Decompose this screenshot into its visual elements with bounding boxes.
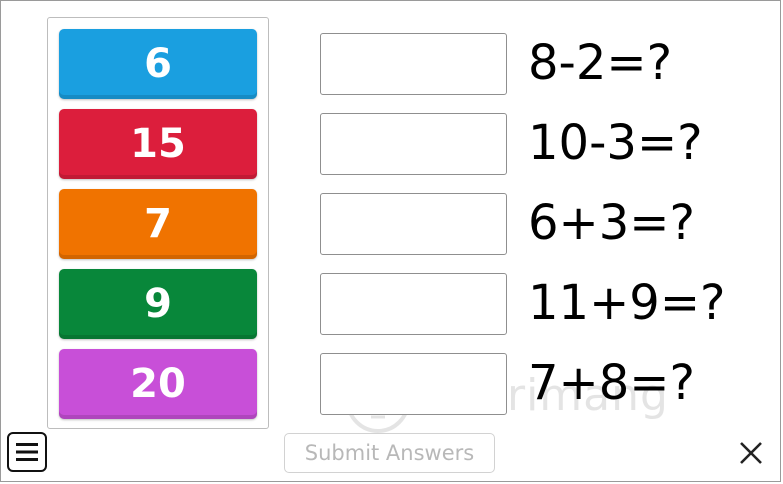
answer-tile-value: 6 (144, 41, 172, 87)
submit-answers-button[interactable]: Submit Answers (284, 433, 495, 473)
answer-drop-box-3[interactable] (320, 193, 507, 255)
question-1: 8-2=? (528, 35, 673, 91)
answer-tile-5[interactable]: 20 (59, 349, 257, 419)
answer-tile-3[interactable]: 7 (59, 189, 257, 259)
question-5: 7+8=? (528, 355, 695, 411)
submit-answers-label: Submit Answers (304, 441, 475, 465)
answer-drop-box-4[interactable] (320, 273, 507, 335)
answer-drop-box-2[interactable] (320, 113, 507, 175)
hamburger-menu-icon (16, 443, 38, 461)
answer-tile-1[interactable]: 6 (59, 29, 257, 99)
close-button[interactable] (735, 436, 767, 470)
menu-button[interactable] (7, 432, 47, 472)
answer-tile-4[interactable]: 9 (59, 269, 257, 339)
answer-tile-value: 20 (130, 361, 186, 407)
question-2: 10-3=? (528, 115, 703, 171)
question-4: 11+9=? (528, 275, 726, 331)
answer-drop-box-5[interactable] (320, 353, 507, 415)
answer-tile-value: 15 (130, 121, 186, 167)
answer-tiles-panel: 6 15 7 9 20 (47, 17, 269, 429)
answer-tile-2[interactable]: 15 (59, 109, 257, 179)
answer-tile-value: 7 (144, 201, 172, 247)
close-icon (740, 442, 762, 464)
question-3: 6+3=? (528, 195, 695, 251)
answer-drop-box-1[interactable] (320, 33, 507, 95)
answer-tile-value: 9 (144, 281, 172, 327)
